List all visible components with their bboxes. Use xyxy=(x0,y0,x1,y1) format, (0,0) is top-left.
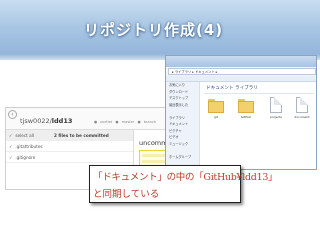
list-item[interactable]: ✓ .gitattributes xyxy=(6,141,133,152)
list-item-label: select all xyxy=(15,133,35,138)
list-item-label: .gitattributes xyxy=(15,144,43,149)
document-icon[interactable] xyxy=(270,97,282,113)
document-icon[interactable] xyxy=(296,97,308,113)
address-bar[interactable]: ▸ ライブラリ ▸ ドキュメント ▸ xyxy=(168,68,316,75)
file-label: GitHub xyxy=(240,115,252,119)
slide-title: リポジトリ作成(4) xyxy=(84,21,224,39)
slide-header: リポジトリ作成(4) xyxy=(0,0,320,60)
github-header: ‹ tjsw0022/ldd13 ● portlet ● master ● br… xyxy=(6,108,189,130)
navigation-pane: お気に入り ダウンロード デスクトップ 最近表示した ライブラリ ドキュメント ピクチャ ビデ… xyxy=(166,82,200,169)
divider xyxy=(204,93,314,94)
back-icon[interactable]: ‹ xyxy=(8,110,17,119)
file-label: document xyxy=(294,115,310,119)
commit-count: 2 files to be committed xyxy=(54,133,109,138)
file-pane: ドキュメント ライブラリ git GitHub projects documen… xyxy=(200,82,316,169)
explorer-window-screenshot: ▸ ライブラリ ▸ ドキュメント ▸ お気に入り ダウンロード デスクトップ 最近表示… xyxy=(165,55,317,170)
explorer-titlebar xyxy=(166,56,316,67)
caption-line-2: と同期している xyxy=(93,189,160,200)
repo-name: tjsw0022/ldd13 xyxy=(20,117,73,125)
list-item[interactable]: ✓ .gitignore xyxy=(6,152,133,163)
list-item-label: .gitignore xyxy=(15,155,36,160)
check-icon[interactable]: ✓ xyxy=(9,141,14,152)
folder-icon[interactable] xyxy=(208,99,224,113)
caption-box: 「ドキュメント」の中の「GitHub¥ldd13」 と同期している xyxy=(89,165,278,203)
folder-icon[interactable] xyxy=(238,99,254,113)
github-tabs[interactable]: ● portlet ● master ● branch xyxy=(94,120,156,124)
file-label: git xyxy=(214,115,218,119)
check-icon[interactable]: ✓ xyxy=(9,152,14,163)
check-icon[interactable]: ✓ xyxy=(9,130,14,141)
caption-line-1: 「ドキュメント」の中の「GitHub¥ldd13」 xyxy=(93,172,278,183)
library-title: ドキュメント ライブラリ xyxy=(206,86,258,91)
list-item[interactable]: ✓ select all 2 files to be committed xyxy=(6,130,133,141)
file-label: projects xyxy=(270,115,282,119)
